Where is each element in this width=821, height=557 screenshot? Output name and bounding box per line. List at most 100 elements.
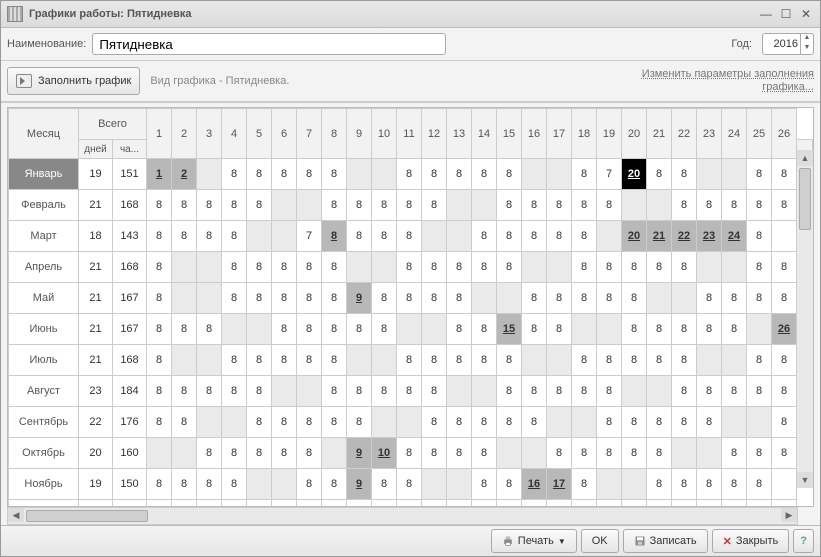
- hours-cell[interactable]: 176: [113, 407, 147, 438]
- day-cell[interactable]: [297, 190, 322, 221]
- day-cell[interactable]: 8: [322, 376, 347, 407]
- day-cell[interactable]: 8: [222, 345, 247, 376]
- day-cell[interactable]: 8: [422, 345, 447, 376]
- day-cell[interactable]: [347, 159, 372, 190]
- day-cell[interactable]: 7: [297, 221, 322, 252]
- day-cell[interactable]: 8: [197, 376, 222, 407]
- col-day-21[interactable]: 21: [647, 109, 672, 159]
- day-cell[interactable]: [347, 252, 372, 283]
- day-cell[interactable]: 8: [772, 500, 797, 508]
- month-cell[interactable]: Октябрь: [9, 438, 79, 469]
- month-cell[interactable]: Ноябрь: [9, 469, 79, 500]
- day-cell[interactable]: 8: [647, 407, 672, 438]
- scroll-right-icon[interactable]: ▶: [781, 508, 797, 522]
- day-cell[interactable]: 8: [147, 500, 172, 508]
- col-day-11[interactable]: 11: [397, 109, 422, 159]
- day-cell[interactable]: 8: [297, 159, 322, 190]
- col-total[interactable]: Всего: [79, 109, 147, 140]
- col-day-14[interactable]: 14: [472, 109, 497, 159]
- col-day-7[interactable]: 7: [297, 109, 322, 159]
- day-cell[interactable]: 8: [772, 376, 797, 407]
- day-cell[interactable]: 8: [672, 407, 697, 438]
- col-day-16[interactable]: 16: [522, 109, 547, 159]
- day-cell[interactable]: 8: [547, 376, 572, 407]
- day-cell[interactable]: 8: [147, 376, 172, 407]
- day-cell[interactable]: [622, 469, 647, 500]
- table-row[interactable]: Ноябрь19150888888988881617888888: [9, 469, 813, 500]
- day-cell[interactable]: [172, 283, 197, 314]
- hours-cell[interactable]: 167: [113, 283, 147, 314]
- day-cell[interactable]: 8: [772, 252, 797, 283]
- day-cell[interactable]: 8: [597, 438, 622, 469]
- day-cell[interactable]: 8: [297, 438, 322, 469]
- day-cell[interactable]: [747, 500, 772, 508]
- day-cell[interactable]: [722, 345, 747, 376]
- day-cell[interactable]: 8: [222, 376, 247, 407]
- col-day-5[interactable]: 5: [247, 109, 272, 159]
- day-cell[interactable]: 8: [272, 500, 297, 508]
- day-cell[interactable]: 8: [397, 376, 422, 407]
- day-cell[interactable]: 8: [322, 500, 347, 508]
- col-day-9[interactable]: 9: [347, 109, 372, 159]
- day-cell[interactable]: 8: [422, 283, 447, 314]
- day-cell[interactable]: 8: [422, 500, 447, 508]
- day-cell[interactable]: 8: [322, 283, 347, 314]
- day-cell[interactable]: 8: [347, 221, 372, 252]
- table-row[interactable]: Май2116788888898888888888888: [9, 283, 813, 314]
- col-day-8[interactable]: 8: [322, 109, 347, 159]
- day-cell[interactable]: 8: [247, 252, 272, 283]
- day-cell[interactable]: [572, 407, 597, 438]
- day-cell[interactable]: [722, 252, 747, 283]
- day-cell[interactable]: 8: [497, 407, 522, 438]
- days-cell[interactable]: 21: [79, 190, 113, 221]
- day-cell[interactable]: 8: [247, 283, 272, 314]
- day-cell[interactable]: [522, 252, 547, 283]
- col-day-12[interactable]: 12: [422, 109, 447, 159]
- day-cell[interactable]: 8: [572, 345, 597, 376]
- vertical-scrollbar[interactable]: ▲ ▼: [796, 150, 813, 488]
- day-cell[interactable]: 8: [197, 221, 222, 252]
- month-cell[interactable]: Август: [9, 376, 79, 407]
- day-cell[interactable]: [547, 159, 572, 190]
- day-cell[interactable]: 8: [547, 190, 572, 221]
- day-cell[interactable]: 8: [597, 252, 622, 283]
- day-cell[interactable]: 8: [522, 500, 547, 508]
- day-cell[interactable]: 8: [172, 376, 197, 407]
- day-cell[interactable]: [522, 438, 547, 469]
- day-cell[interactable]: [322, 438, 347, 469]
- table-row[interactable]: Апрель21168888888888888888888: [9, 252, 813, 283]
- col-day-25[interactable]: 25: [747, 109, 772, 159]
- day-cell[interactable]: 8: [222, 438, 247, 469]
- day-cell[interactable]: 8: [647, 345, 672, 376]
- col-day-26[interactable]: 26: [772, 109, 797, 159]
- days-cell[interactable]: 21: [79, 345, 113, 376]
- day-cell[interactable]: 8: [347, 500, 372, 508]
- day-cell[interactable]: 8: [672, 159, 697, 190]
- day-cell[interactable]: 8: [597, 190, 622, 221]
- day-cell[interactable]: 8: [497, 159, 522, 190]
- day-cell[interactable]: 16: [522, 469, 547, 500]
- day-cell[interactable]: 8: [497, 221, 522, 252]
- day-cell[interactable]: 8: [397, 190, 422, 221]
- day-cell[interactable]: 9: [347, 438, 372, 469]
- day-cell[interactable]: [197, 283, 222, 314]
- col-days[interactable]: дней: [79, 140, 113, 159]
- day-cell[interactable]: 22: [672, 221, 697, 252]
- days-cell[interactable]: 22: [79, 407, 113, 438]
- day-cell[interactable]: 8: [772, 345, 797, 376]
- day-cell[interactable]: 8: [422, 252, 447, 283]
- day-cell[interactable]: [747, 314, 772, 345]
- day-cell[interactable]: [372, 407, 397, 438]
- day-cell[interactable]: 8: [322, 221, 347, 252]
- day-cell[interactable]: [297, 376, 322, 407]
- day-cell[interactable]: [147, 438, 172, 469]
- day-cell[interactable]: 8: [147, 345, 172, 376]
- hours-cell[interactable]: 160: [113, 438, 147, 469]
- col-day-17[interactable]: 17: [547, 109, 572, 159]
- col-day-19[interactable]: 19: [597, 109, 622, 159]
- day-cell[interactable]: 8: [247, 159, 272, 190]
- day-cell[interactable]: 8: [297, 469, 322, 500]
- day-cell[interactable]: 8: [147, 469, 172, 500]
- day-cell[interactable]: 8: [397, 469, 422, 500]
- day-cell[interactable]: 8: [672, 500, 697, 508]
